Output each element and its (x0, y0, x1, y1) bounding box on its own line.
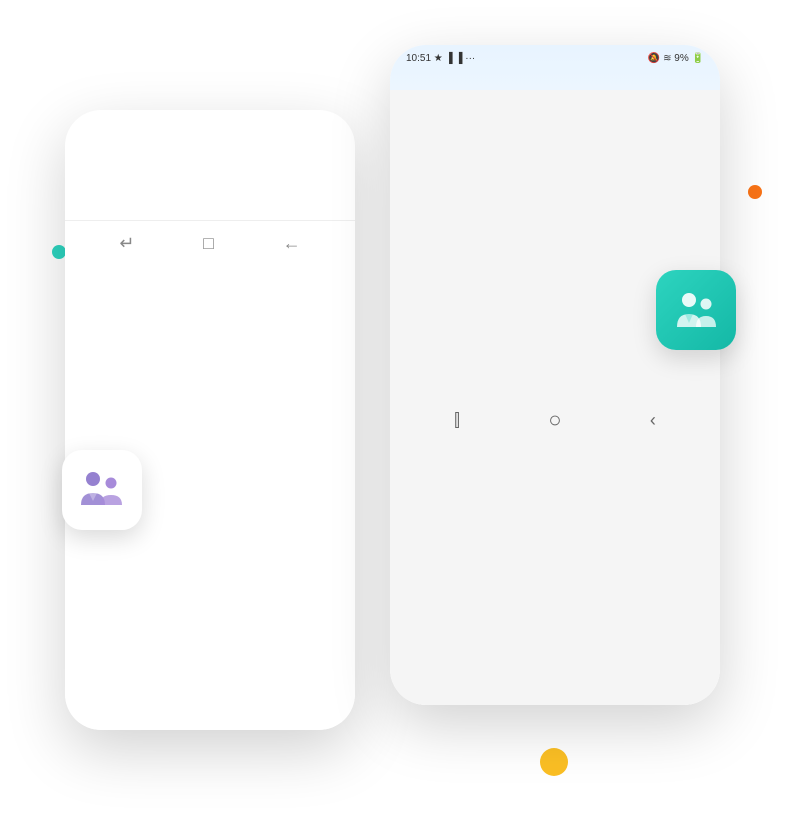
status-bar-right: 10:51 ★ ▐ ▐ ··· 🔕 ≋ 9% 🔋 (390, 45, 720, 68)
nav-home-icon[interactable]: □ (203, 233, 214, 730)
status-right-right: 🔕 ≋ 9% 🔋 (648, 53, 704, 64)
status-right-left: 10:51 ★ ▐ ▐ ··· (406, 53, 475, 64)
decorative-dot-orange (748, 185, 762, 199)
nav-back-chevron-icon[interactable]: ‹ (650, 410, 656, 431)
decorative-dot-yellow (540, 748, 568, 776)
family-badge-left (62, 450, 142, 530)
phone-right: 10:51 ★ ▐ ▐ ··· 🔕 ≋ 9% 🔋 famisafe Top 5 … (390, 45, 720, 705)
nav-recent-icon[interactable]: ← (283, 233, 301, 730)
nav-home-circle-icon[interactable]: ○ (548, 407, 561, 433)
bottom-nav-right: ⫿ ○ ‹ (390, 90, 720, 705)
family-badge-right (656, 270, 736, 350)
decorative-dot-teal (52, 245, 66, 259)
nav-menu-icon[interactable]: ⫿ (454, 410, 460, 431)
phone-left: 📷 ☐ ✓ ··· 🔕 ≋ 32% 🔋 11:41 ‹ Activity Rep… (65, 110, 355, 730)
